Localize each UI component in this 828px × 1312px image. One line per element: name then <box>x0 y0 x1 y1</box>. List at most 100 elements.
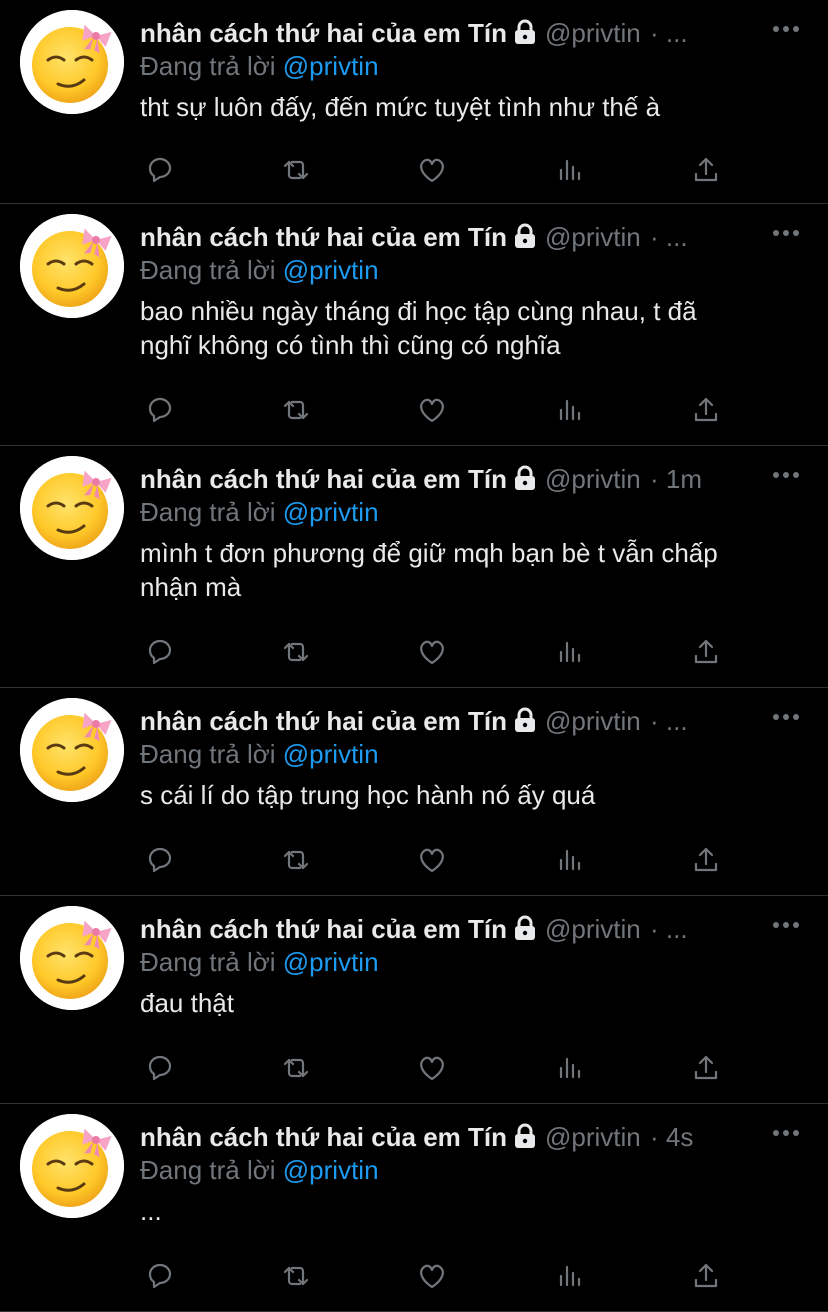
reply-icon[interactable] <box>140 150 180 190</box>
display-name[interactable]: nhân cách thứ hai của em Tín <box>140 706 507 736</box>
reply-icon[interactable] <box>140 632 180 672</box>
user-handle[interactable]: @privtin <box>545 914 641 944</box>
tweet[interactable]: nhân cách thứ hai của em Tín @privtin · .… <box>0 688 828 896</box>
views-icon[interactable] <box>550 150 590 190</box>
replying-to: Đang trả lời @privtin <box>140 944 379 980</box>
lock-icon <box>513 705 537 740</box>
display-name[interactable]: nhân cách thứ hai của em Tín <box>140 464 507 494</box>
display-name[interactable]: nhân cách thứ hai của em Tín <box>140 914 507 944</box>
more-dots-icon[interactable] <box>768 460 804 490</box>
avatar[interactable] <box>20 1114 124 1218</box>
tweet-actions <box>140 390 740 430</box>
tweet-header: nhân cách thứ hai của em Tín @privtin · .… <box>140 910 758 948</box>
retweet-icon[interactable] <box>276 1048 316 1088</box>
timestamp[interactable]: · ... <box>650 706 688 736</box>
tweet-text: mình t đơn phương để giữ mqh bạn bè t vẫ… <box>140 538 718 602</box>
replying-to: Đang trả lời @privtin <box>140 252 379 288</box>
heart-icon[interactable] <box>412 1048 452 1088</box>
mention-link[interactable]: @privtin <box>283 497 379 527</box>
more-dots-icon[interactable] <box>768 1118 804 1148</box>
reply-icon[interactable] <box>140 840 180 880</box>
reply-icon[interactable] <box>140 1048 180 1088</box>
lock-icon <box>513 221 537 256</box>
user-handle[interactable]: @privtin <box>545 1122 641 1152</box>
tweet[interactable]: nhân cách thứ hai của em Tín @privtin · 4… <box>0 1104 828 1312</box>
tweet[interactable]: nhân cách thứ hai của em Tín @privtin · 1… <box>0 446 828 688</box>
views-icon[interactable] <box>550 632 590 672</box>
heart-icon[interactable] <box>412 390 452 430</box>
lock-icon <box>513 913 537 948</box>
tweet-actions <box>140 1256 740 1296</box>
more-dots-icon[interactable] <box>768 218 804 248</box>
share-icon[interactable] <box>686 840 726 880</box>
display-name[interactable]: nhân cách thứ hai của em Tín <box>140 222 507 252</box>
more-dots-icon[interactable] <box>768 702 804 732</box>
mention-link[interactable]: @privtin <box>283 255 379 285</box>
tweet-actions <box>140 150 740 190</box>
share-icon[interactable] <box>686 150 726 190</box>
lock-icon <box>513 1121 537 1156</box>
timestamp[interactable]: · 4s <box>650 1122 693 1152</box>
views-icon[interactable] <box>550 1048 590 1088</box>
retweet-icon[interactable] <box>276 632 316 672</box>
avatar[interactable] <box>20 698 124 802</box>
views-icon[interactable] <box>550 390 590 430</box>
replying-to: Đang trả lời @privtin <box>140 48 379 84</box>
reply-icon[interactable] <box>140 390 180 430</box>
user-handle[interactable]: @privtin <box>545 222 641 252</box>
retweet-icon[interactable] <box>276 150 316 190</box>
replying-to-label: Đang trả lời <box>140 51 283 81</box>
heart-icon[interactable] <box>412 840 452 880</box>
avatar[interactable] <box>20 456 124 560</box>
tweet-header: nhân cách thứ hai của em Tín @privtin · .… <box>140 218 758 256</box>
lock-icon <box>513 463 537 498</box>
share-icon[interactable] <box>686 632 726 672</box>
more-dots-icon[interactable] <box>768 14 804 44</box>
timestamp[interactable]: · ... <box>650 222 688 252</box>
user-handle[interactable]: @privtin <box>545 464 641 494</box>
mention-link[interactable]: @privtin <box>283 739 379 769</box>
user-handle[interactable]: @privtin <box>545 706 641 736</box>
views-icon[interactable] <box>550 840 590 880</box>
share-icon[interactable] <box>686 1048 726 1088</box>
tweet-actions <box>140 1048 740 1088</box>
views-icon[interactable] <box>550 1256 590 1296</box>
timestamp[interactable]: · ... <box>650 914 688 944</box>
user-handle[interactable]: @privtin <box>545 18 641 48</box>
replying-to-label: Đang trả lời <box>140 947 283 977</box>
mention-link[interactable]: @privtin <box>283 947 379 977</box>
replying-to-label: Đang trả lời <box>140 497 283 527</box>
tweet[interactable]: nhân cách thứ hai của em Tín @privtin · .… <box>0 896 828 1104</box>
heart-icon[interactable] <box>412 150 452 190</box>
retweet-icon[interactable] <box>276 390 316 430</box>
avatar[interactable] <box>20 214 124 318</box>
tweet-header: nhân cách thứ hai của em Tín @privtin · .… <box>140 14 758 52</box>
share-icon[interactable] <box>686 390 726 430</box>
replying-to-label: Đang trả lời <box>140 739 283 769</box>
tweet-header: nhân cách thứ hai của em Tín @privtin · 1… <box>140 460 758 498</box>
retweet-icon[interactable] <box>276 1256 316 1296</box>
retweet-icon[interactable] <box>276 840 316 880</box>
display-name[interactable]: nhân cách thứ hai của em Tín <box>140 1122 507 1152</box>
display-name[interactable]: nhân cách thứ hai của em Tín <box>140 18 507 48</box>
avatar[interactable] <box>20 906 124 1010</box>
mention-link[interactable]: @privtin <box>283 1155 379 1185</box>
replying-to: Đang trả lời @privtin <box>140 1152 379 1188</box>
heart-icon[interactable] <box>412 632 452 672</box>
tweet-text: đau thật <box>140 988 234 1018</box>
tweet-header: nhân cách thứ hai của em Tín @privtin · 4… <box>140 1118 758 1156</box>
share-icon[interactable] <box>686 1256 726 1296</box>
heart-icon[interactable] <box>412 1256 452 1296</box>
tweet-text: s cái lí do tập trung học hành nó ấy quá <box>140 780 596 810</box>
avatar[interactable] <box>20 10 124 114</box>
timestamp[interactable]: · ... <box>650 18 688 48</box>
timestamp[interactable]: · 1m <box>650 464 702 494</box>
tweet[interactable]: nhân cách thứ hai của em Tín @privtin · .… <box>0 0 828 204</box>
tweet-header: nhân cách thứ hai của em Tín @privtin · .… <box>140 702 758 740</box>
reply-icon[interactable] <box>140 1256 180 1296</box>
tweet-text: bao nhiều ngày tháng đi học tập cùng nha… <box>140 296 697 360</box>
tweet[interactable]: nhân cách thứ hai của em Tín @privtin · .… <box>0 204 828 446</box>
tweet-actions <box>140 632 740 672</box>
mention-link[interactable]: @privtin <box>283 51 379 81</box>
more-dots-icon[interactable] <box>768 910 804 940</box>
